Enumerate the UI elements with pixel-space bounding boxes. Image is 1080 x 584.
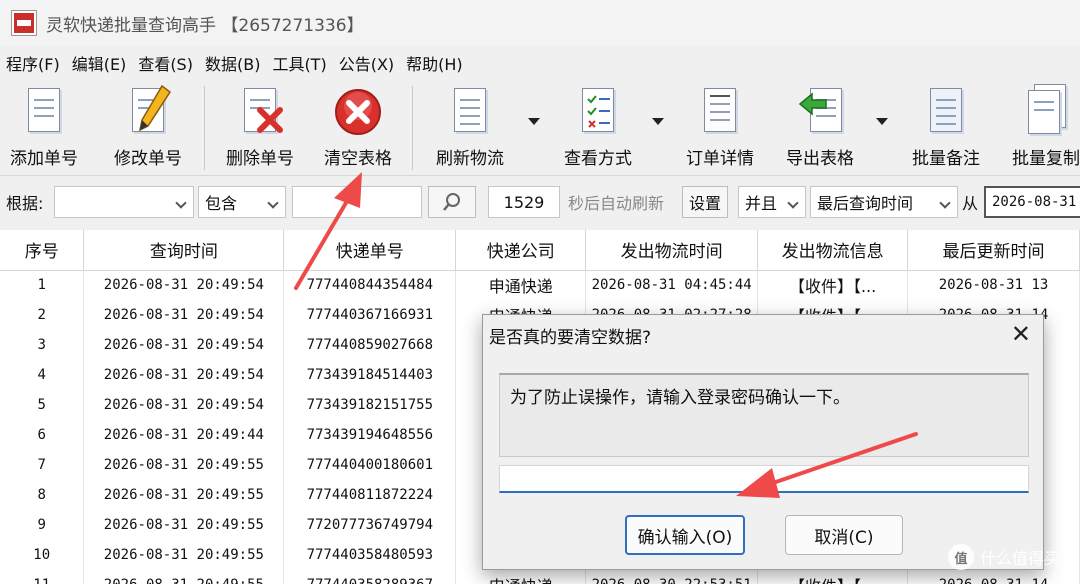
annotation-arrow-clear [294, 172, 362, 290]
watermark: 值 什么值得买 [948, 544, 1060, 570]
watermark-text: 什么值得买 [980, 549, 1061, 568]
annotation-overlay [294, 172, 918, 498]
annotation-arrow-password [736, 432, 918, 498]
watermark-badge: 值 [948, 544, 974, 570]
